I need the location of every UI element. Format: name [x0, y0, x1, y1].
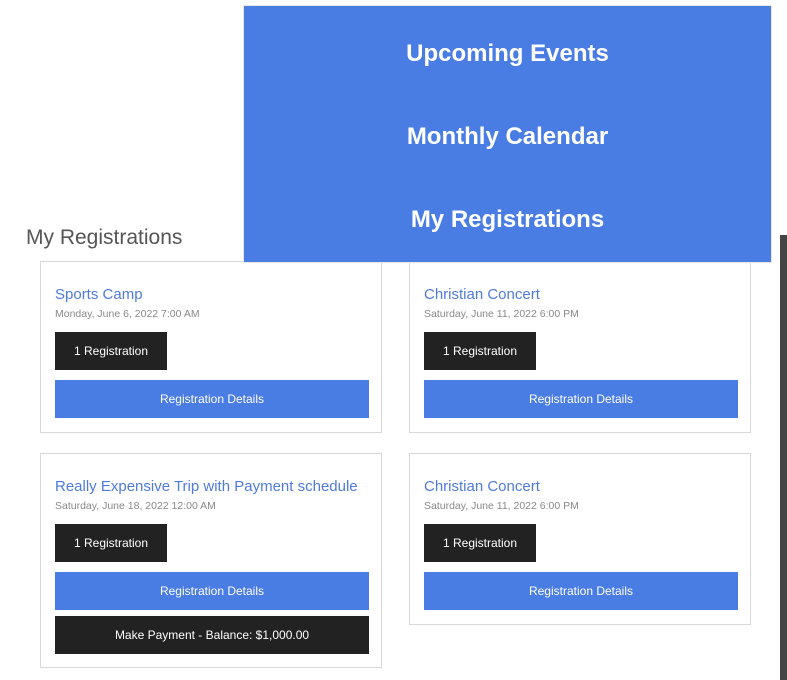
page-title: My Registrations [26, 226, 183, 249]
event-title-link[interactable]: Really Expensive Trip with Payment sched… [55, 478, 358, 495]
registration-count-button[interactable]: 1 Registration [424, 332, 536, 370]
nav-item-monthly-calendar[interactable]: Monthly Calendar [244, 123, 771, 151]
registration-card: Sports Camp Monday, June 6, 2022 7:00 AM… [40, 261, 382, 433]
event-title-link[interactable]: Christian Concert [424, 478, 540, 495]
registration-details-button[interactable]: Registration Details [55, 380, 369, 418]
registration-card: Christian Concert Saturday, June 11, 202… [409, 261, 751, 433]
event-date: Monday, June 6, 2022 7:00 AM [55, 308, 200, 320]
event-date: Saturday, June 11, 2022 6:00 PM [424, 308, 579, 320]
event-date: Saturday, June 18, 2022 12:00 AM [55, 500, 216, 512]
registration-count-button[interactable]: 1 Registration [55, 524, 167, 562]
registration-card: Christian Concert Saturday, June 11, 202… [409, 453, 751, 625]
event-title-link[interactable]: Christian Concert [424, 286, 540, 303]
event-title-link[interactable]: Sports Camp [55, 286, 143, 303]
registration-details-button[interactable]: Registration Details [424, 572, 738, 610]
nav-dropdown-menu: Upcoming Events Monthly Calendar My Regi… [244, 6, 771, 262]
scrollbar[interactable] [780, 235, 787, 680]
registration-card: Really Expensive Trip with Payment sched… [40, 453, 382, 668]
nav-item-my-registrations[interactable]: My Registrations [244, 206, 771, 234]
registration-details-button[interactable]: Registration Details [424, 380, 738, 418]
event-date: Saturday, June 11, 2022 6:00 PM [424, 500, 579, 512]
nav-item-upcoming-events[interactable]: Upcoming Events [244, 40, 771, 68]
make-payment-button[interactable]: Make Payment - Balance: $1,000.00 [55, 616, 369, 654]
registration-details-button[interactable]: Registration Details [55, 572, 369, 610]
registration-count-button[interactable]: 1 Registration [55, 332, 167, 370]
registration-count-button[interactable]: 1 Registration [424, 524, 536, 562]
